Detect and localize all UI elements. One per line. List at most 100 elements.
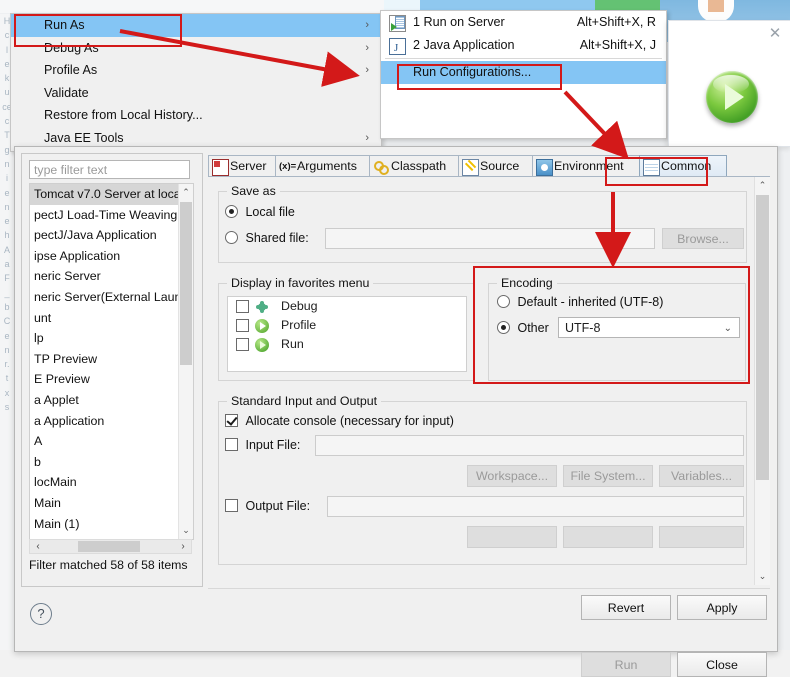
- list-item[interactable]: a Application: [30, 411, 193, 432]
- list-item[interactable]: pectJ Load-Time Weaving: [30, 205, 193, 226]
- chevron-down-icon[interactable]: ⌄: [724, 318, 732, 339]
- output-workspace-button[interactable]: [467, 526, 557, 548]
- background-text-char: n: [4, 201, 10, 212]
- tab-server[interactable]: Server: [208, 155, 276, 176]
- favorites-list[interactable]: Debug Profile Run: [227, 296, 467, 372]
- encoding-group: Encoding Default - inherited (UTF-8) Oth…: [488, 276, 746, 381]
- close-icon[interactable]: ✕: [767, 26, 783, 42]
- list-item[interactable]: locMain: [30, 472, 193, 493]
- background-text-char: b: [4, 301, 10, 312]
- submenu-item-0[interactable]: 1 Run on Server Alt+Shift+X, R: [381, 11, 666, 34]
- input-filesystem-button[interactable]: File System...: [563, 465, 653, 487]
- context-menu-item-4[interactable]: Restore from Local History...: [11, 104, 381, 127]
- run-button[interactable]: Run: [581, 652, 671, 677]
- list-item[interactable]: unt: [30, 308, 193, 329]
- encoding-other-radio[interactable]: [497, 321, 510, 335]
- scroll-down-icon[interactable]: ⌄: [179, 522, 193, 539]
- encoding-combobox[interactable]: UTF-8 ⌄: [558, 317, 740, 338]
- input-file-input[interactable]: [315, 435, 744, 456]
- play-button-icon[interactable]: [706, 71, 758, 123]
- local-file-radio-row[interactable]: Local file: [225, 204, 295, 219]
- classpath-icon: [373, 159, 389, 175]
- input-file-checkbox[interactable]: [225, 438, 238, 452]
- list-item[interactable]: ipse Application: [30, 246, 193, 267]
- list-item[interactable]: a Applet: [30, 390, 193, 411]
- submenu-item-2[interactable]: Run Configurations...: [381, 61, 666, 84]
- list-item[interactable]: pectJ/Java Application: [30, 225, 193, 246]
- input-file-row[interactable]: Input File:: [225, 437, 300, 452]
- browse-button[interactable]: Browse...: [662, 228, 744, 249]
- favorites-checkbox[interactable]: [236, 319, 249, 332]
- apply-button[interactable]: Apply: [677, 595, 767, 620]
- tab-label: Source: [480, 159, 520, 173]
- tab-environment[interactable]: Environment: [532, 155, 640, 176]
- context-menu-item-1[interactable]: Debug As ›: [11, 37, 381, 60]
- output-file-checkbox[interactable]: [225, 499, 238, 513]
- favorites-checkbox[interactable]: [236, 300, 249, 313]
- list-item[interactable]: TP Preview: [30, 349, 193, 370]
- tab-label: Classpath: [391, 159, 447, 173]
- context-menu-item-0[interactable]: Run As ›: [11, 14, 381, 37]
- hscrollbar-thumb[interactable]: [78, 541, 140, 552]
- list-horizontal-scrollbar[interactable]: ‹ ›: [29, 539, 192, 554]
- configurations-list[interactable]: Tomcat v7.0 Server at loca pectJ Load-Tim…: [29, 183, 194, 540]
- content-scroll-down-icon[interactable]: ⌄: [755, 568, 770, 585]
- tab-arguments[interactable]: (x)= Arguments: [275, 155, 370, 176]
- encoding-other-row[interactable]: Other: [497, 320, 549, 335]
- favorites-group: Display in favorites menu Debug Profile Ru…: [218, 276, 475, 381]
- input-variables-button[interactable]: Variables...: [659, 465, 744, 487]
- list-vertical-scrollbar[interactable]: ⌃ ⌄: [178, 184, 193, 539]
- filter-input[interactable]: type filter text: [29, 160, 190, 179]
- list-item[interactable]: neric Server(External Launc: [30, 287, 193, 308]
- output-variables-button[interactable]: [659, 526, 744, 548]
- favorites-row-run[interactable]: Run: [228, 335, 466, 354]
- list-item[interactable]: Main: [30, 493, 193, 514]
- list-item[interactable]: Main (1): [30, 514, 193, 535]
- context-menu-item-2[interactable]: Profile As ›: [11, 59, 381, 82]
- submenu-item-accelerator: Alt+Shift+X, J: [579, 37, 656, 52]
- allocate-console-checkbox[interactable]: [225, 414, 238, 428]
- background-text-char: e: [4, 330, 10, 341]
- scroll-up-icon[interactable]: ⌃: [179, 184, 193, 201]
- revert-button[interactable]: Revert: [581, 595, 671, 620]
- background-text-char: e: [4, 216, 10, 227]
- tab-classpath[interactable]: Classpath: [369, 155, 459, 176]
- content-scrollbar-thumb[interactable]: [756, 195, 769, 480]
- submenu-item-accelerator: Alt+Shift+X, R: [576, 15, 656, 29]
- context-menu-item-3[interactable]: Validate: [11, 82, 381, 105]
- output-file-input[interactable]: [327, 496, 744, 517]
- input-workspace-button[interactable]: Workspace...: [467, 465, 557, 487]
- list-item[interactable]: E Preview: [30, 369, 193, 390]
- list-item[interactable]: b: [30, 452, 193, 473]
- save-as-group: Save as Local file Shared file: Browse..…: [218, 184, 747, 263]
- allocate-console-row[interactable]: Allocate console (necessary for input): [225, 413, 454, 428]
- close-button[interactable]: Close: [677, 652, 767, 677]
- shared-file-input[interactable]: [325, 228, 655, 249]
- tab-common[interactable]: Common: [639, 155, 727, 176]
- content-scroll-up-icon[interactable]: ⌃: [755, 177, 770, 194]
- scroll-right-icon[interactable]: ›: [175, 540, 191, 553]
- content-vertical-scrollbar[interactable]: ⌃ ⌄: [754, 177, 770, 585]
- local-file-radio[interactable]: [225, 205, 238, 219]
- favorites-row-debug[interactable]: Debug: [228, 297, 466, 316]
- favorites-legend: Display in favorites menu: [227, 276, 374, 290]
- shared-file-radio[interactable]: [225, 231, 238, 245]
- configuration-right-pane: Server (x)= Arguments Classpath Source Enviro…: [208, 153, 770, 585]
- encoding-default-radio[interactable]: [497, 295, 510, 309]
- list-item[interactable]: Tomcat v7.0 Server at loca: [30, 184, 193, 205]
- submenu-item-1[interactable]: 2 Java Application Alt+Shift+X, J: [381, 34, 666, 59]
- scrollbar-thumb[interactable]: [180, 202, 192, 365]
- output-filesystem-button[interactable]: [563, 526, 653, 548]
- scroll-left-icon[interactable]: ‹: [30, 540, 46, 553]
- output-file-row[interactable]: Output File:: [225, 498, 310, 513]
- favorites-checkbox[interactable]: [236, 338, 249, 351]
- list-item[interactable]: A: [30, 431, 193, 452]
- help-icon[interactable]: ?: [30, 603, 52, 625]
- run-configurations-dialog: type filter text Tomcat v7.0 Server at l…: [14, 146, 778, 677]
- favorites-row-profile[interactable]: Profile: [228, 316, 466, 335]
- shared-file-radio-row[interactable]: Shared file:: [225, 230, 309, 245]
- list-item[interactable]: lp: [30, 328, 193, 349]
- tab-source[interactable]: Source: [458, 155, 533, 176]
- encoding-default-row[interactable]: Default - inherited (UTF-8): [497, 294, 663, 309]
- list-item[interactable]: neric Server: [30, 266, 193, 287]
